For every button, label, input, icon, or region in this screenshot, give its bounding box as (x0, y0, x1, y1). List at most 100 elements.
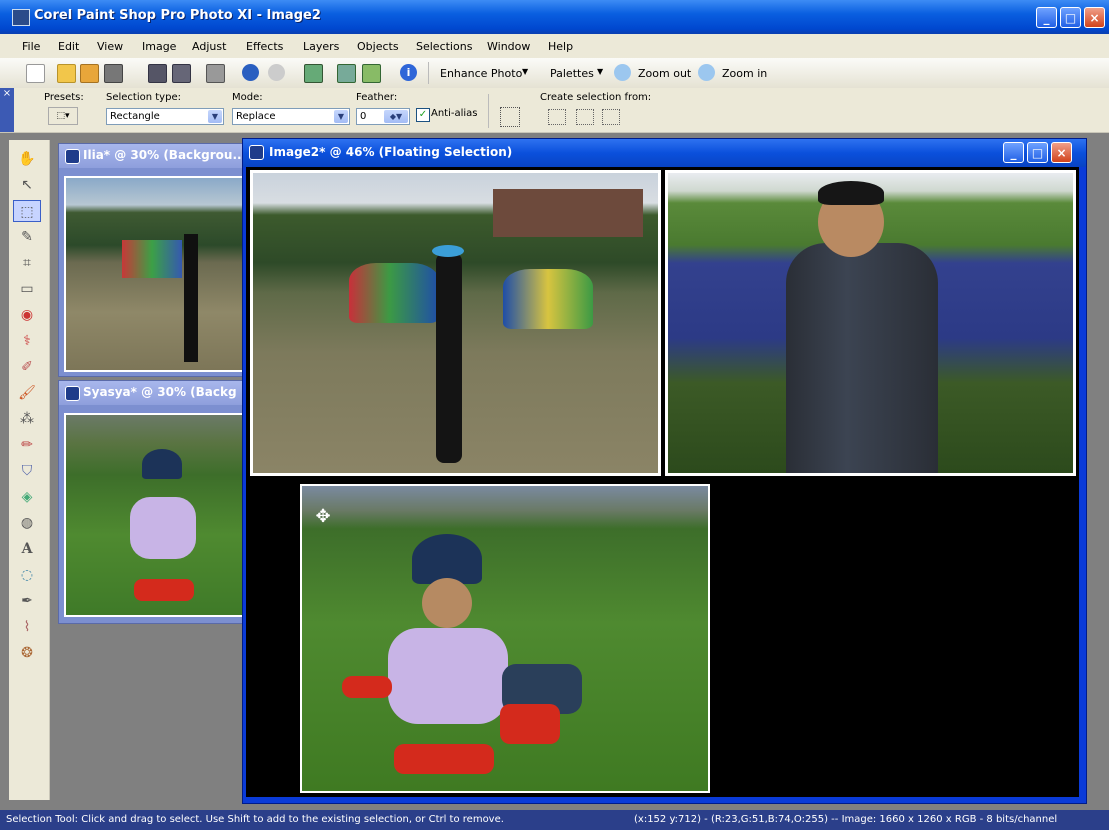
tool-options-palette: × Presets: ⬚▾ Selection type: Rectangle … (0, 88, 1109, 133)
shirt-shape (130, 497, 196, 559)
app-icon (12, 9, 30, 26)
menu-selections[interactable]: Selections (416, 40, 472, 53)
scan-icon[interactable] (104, 64, 123, 83)
window-caption[interactable]: Image2* @ 46% (Floating Selection) _ □ × (243, 139, 1086, 167)
maximize-button[interactable]: □ (1027, 142, 1048, 163)
enhance-photo-button[interactable]: Enhance Photo (440, 67, 522, 80)
close-button[interactable]: × (1084, 7, 1105, 28)
undo-icon[interactable] (242, 64, 259, 81)
menu-adjust[interactable]: Adjust (192, 40, 226, 53)
menu-image[interactable]: Image (142, 40, 176, 53)
feather-input[interactable]: 0 ◆▼ (356, 108, 410, 125)
image-window-ilia[interactable]: Ilia* @ 30% (Backgrou... (58, 143, 247, 377)
minimize-button[interactable]: _ (1003, 142, 1024, 163)
antialias-label: Anti-alias (431, 108, 478, 119)
text-icon[interactable]: A (13, 538, 41, 560)
picture-tube-icon[interactable]: ◈ (13, 486, 41, 508)
create-selection-label: Create selection from: (540, 92, 652, 103)
makeover-icon[interactable]: ⚕ (13, 330, 41, 352)
selection-icon[interactable]: ⬚ (13, 200, 41, 222)
image-window-syasya[interactable]: Syasya* @ 30% (Backg (58, 380, 244, 624)
image-window-image2[interactable]: Image2* @ 46% (Floating Selection) _ □ × (242, 138, 1087, 804)
clone-icon[interactable]: ✐ (13, 356, 41, 378)
mode-select[interactable]: Replace ▼ (232, 108, 350, 125)
menu-effects[interactable]: Effects (246, 40, 283, 53)
minimize-button[interactable]: _ (1036, 7, 1057, 28)
pen-icon[interactable]: ✒ (13, 590, 41, 612)
adjust-icon[interactable] (337, 64, 356, 83)
window-caption[interactable]: Syasya* @ 30% (Backg (59, 381, 243, 405)
floating-selection-photo[interactable]: ✥ (300, 484, 710, 793)
save-icon[interactable] (148, 64, 167, 83)
info-icon[interactable]: i (400, 64, 417, 81)
window-title: Ilia* @ 30% (Backgrou... (83, 148, 247, 162)
close-button[interactable]: × (1051, 142, 1072, 163)
effects-icon[interactable] (362, 64, 381, 83)
new-icon[interactable] (26, 64, 45, 83)
menu-view[interactable]: View (97, 40, 123, 53)
chevron-down-icon: ▼ (208, 110, 222, 123)
eraser-icon[interactable]: ✏ (13, 434, 41, 456)
pick-icon[interactable]: ↖ (13, 174, 41, 196)
image-canvas[interactable]: ✥ (246, 167, 1079, 797)
mode-label: Mode: (232, 92, 263, 103)
maximize-button[interactable]: □ (1060, 7, 1081, 28)
color-replacer-icon[interactable]: ◍ (13, 512, 41, 534)
palettes-button[interactable]: Palettes (550, 67, 594, 80)
zoom-in-button[interactable]: Zoom in (722, 67, 767, 80)
straighten-icon[interactable]: ▭ (13, 278, 41, 300)
print-icon[interactable] (206, 64, 225, 83)
girl-face (422, 578, 472, 628)
save-as-icon[interactable] (172, 64, 191, 83)
options-separator (488, 94, 489, 128)
antialias-checkbox[interactable]: ✓ (416, 108, 430, 122)
boy-jacket (786, 243, 938, 473)
menu-edit[interactable]: Edit (58, 40, 79, 53)
menu-help[interactable]: Help (548, 40, 573, 53)
dodge-icon[interactable]: ⁂ (13, 408, 41, 430)
image-canvas[interactable] (64, 176, 243, 372)
shirt-shape (388, 628, 508, 724)
fill-icon[interactable]: ⛉ (13, 460, 41, 482)
select-all-icon[interactable] (500, 107, 520, 127)
photo-park-group[interactable] (250, 170, 661, 476)
spinner-icon[interactable]: ◆▼ (384, 110, 408, 123)
shoes-shape (134, 579, 194, 601)
photo-boy-flowers[interactable] (665, 170, 1076, 476)
zoom-out-icon[interactable] (614, 64, 631, 81)
warp-brush-icon[interactable]: ⌇ (13, 616, 41, 638)
selection-type-select[interactable]: Rectangle ▼ (106, 108, 224, 125)
chevron-down-icon: ▼ (522, 67, 529, 76)
selection-from-layers-icon[interactable] (576, 109, 594, 125)
image-canvas[interactable] (64, 413, 243, 617)
palette-handle[interactable]: × (0, 88, 14, 132)
girl-figure (436, 253, 462, 463)
crop-tool-icon[interactable]: ⌗ (13, 252, 41, 274)
hat-shape (412, 534, 482, 584)
crop-icon[interactable] (304, 64, 323, 83)
pan-icon[interactable]: ✋ (13, 148, 41, 170)
zoom-out-button[interactable]: Zoom out (638, 67, 691, 80)
menu-objects[interactable]: Objects (357, 40, 399, 53)
selection-from-layer-icon[interactable] (548, 109, 566, 125)
feather-label: Feather: (356, 92, 398, 103)
browse-icon[interactable] (80, 64, 99, 83)
cap-shape (432, 245, 464, 257)
preset-shape-icon[interactable]: ◌ (13, 564, 41, 586)
zoom-in-icon[interactable] (698, 64, 715, 81)
image-icon (249, 145, 264, 160)
paint-brush-icon[interactable]: 🖌 (13, 382, 41, 404)
chevron-down-icon: ▼ (334, 110, 348, 123)
menu-window[interactable]: Window (487, 40, 530, 53)
window-caption[interactable]: Ilia* @ 30% (Backgrou... (59, 144, 247, 168)
presets-button[interactable]: ⬚▾ (48, 107, 78, 125)
menu-file[interactable]: File (22, 40, 40, 53)
menu-layers[interactable]: Layers (303, 40, 339, 53)
open-icon[interactable] (57, 64, 76, 83)
eyedropper-icon[interactable]: ✎ (13, 226, 41, 248)
selection-from-image-icon[interactable] (602, 109, 620, 125)
mesh-warp-icon[interactable]: ❂ (13, 642, 41, 664)
window-title: Corel Paint Shop Pro Photo XI - Image2 (34, 8, 321, 23)
redo-icon[interactable] (268, 64, 285, 81)
red-eye-icon[interactable]: ◉ (13, 304, 41, 326)
